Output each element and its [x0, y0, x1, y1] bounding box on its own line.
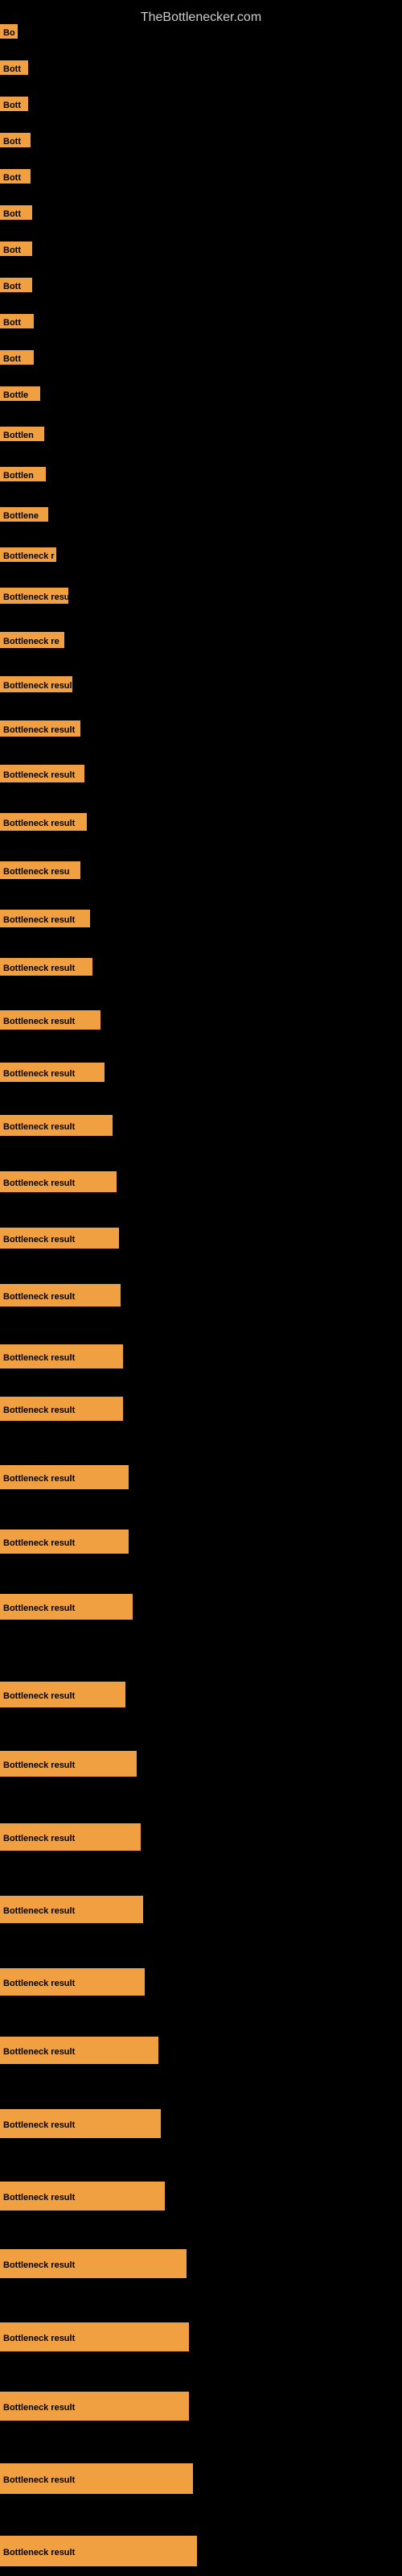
bar-item: Bottleneck result	[0, 1171, 117, 1196]
bar-label: Bottleneck result	[0, 1896, 143, 1923]
bar-label: Bottle	[0, 386, 40, 401]
bar-item: Bottlene	[0, 507, 48, 526]
bar-label: Bottleneck result	[0, 2109, 161, 2138]
bar-label: Bottleneck result	[0, 676, 72, 692]
bar-item: Bottleneck result	[0, 958, 92, 980]
bar-item: Bott	[0, 169, 31, 188]
bar-label: Bott	[0, 350, 34, 365]
bar-item: Bottleneck result	[0, 2109, 161, 2142]
bar-item: Bottleneck r	[0, 547, 56, 566]
bar-item: Bottleneck result	[0, 2322, 189, 2355]
bar-item: Bottleneck result	[0, 676, 72, 696]
site-title: TheBottlenecker.com	[0, 4, 402, 31]
bar-item: Bottleneck result	[0, 813, 87, 835]
bar-label: Bottleneck result	[0, 1465, 129, 1489]
bar-item: Bottleneck result	[0, 1397, 123, 1425]
bar-item: Bottleneck result	[0, 1751, 137, 1781]
bar-item: Bottleneck result	[0, 1465, 129, 1493]
bar-item: Bottleneck result	[0, 1594, 133, 1624]
bar-label: Bottlen	[0, 427, 44, 441]
bar-label: Bottleneck result	[0, 1228, 119, 1249]
bar-item: Bottleneck re	[0, 632, 64, 652]
bar-label: Bottleneck result	[0, 1682, 125, 1707]
bar-label: Bottleneck result	[0, 813, 87, 831]
bar-label: Bottleneck result	[0, 1823, 141, 1851]
bar-item: Bottleneck result	[0, 1063, 105, 1086]
bar-label: Bottleneck result	[0, 1284, 121, 1307]
bar-label: Bottleneck result	[0, 2536, 197, 2566]
bar-label: Bottleneck result	[0, 2392, 189, 2421]
bar-item: Bottleneck result	[0, 1344, 123, 1373]
bar-item: Bott	[0, 314, 34, 332]
bar-label: Bott	[0, 314, 34, 328]
bar-item: Bottlen	[0, 427, 44, 445]
bar-item: Bott	[0, 97, 28, 115]
bar-label: Bottleneck result	[0, 958, 92, 976]
bar-label: Bottlene	[0, 507, 48, 522]
bar-item: Bottleneck result	[0, 1968, 145, 2000]
bar-item: Bott	[0, 278, 32, 296]
bar-item: Bottleneck result	[0, 720, 80, 741]
bar-item: Bo	[0, 24, 18, 43]
bar-label: Bott	[0, 278, 32, 292]
bar-label: Bott	[0, 97, 28, 111]
bar-label: Bottleneck result	[0, 2463, 193, 2494]
bar-item: Bottleneck result	[0, 1530, 129, 1558]
bar-label: Bott	[0, 60, 28, 75]
bar-item: Bottleneck result	[0, 1228, 119, 1253]
bar-item: Bottleneck resul	[0, 588, 68, 608]
bar-item: Bott	[0, 133, 31, 151]
bar-label: Bottleneck result	[0, 1063, 105, 1082]
bar-item: Bottle	[0, 386, 40, 405]
bar-item: Bottleneck result	[0, 1284, 121, 1311]
bar-item: Bottleneck result	[0, 2037, 158, 2068]
bar-label: Bottleneck result	[0, 720, 80, 737]
bar-label: Bottleneck re	[0, 632, 64, 648]
bar-item: Bottleneck result	[0, 1115, 113, 1140]
bar-label: Bottleneck result	[0, 1968, 145, 1996]
bar-label: Bottleneck result	[0, 765, 84, 782]
bar-item: Bottleneck result	[0, 2182, 165, 2215]
bar-label: Bott	[0, 205, 32, 220]
bar-label: Bottleneck result	[0, 1115, 113, 1136]
bar-label: Bottleneck resul	[0, 588, 68, 604]
bar-item: Bottleneck result	[0, 765, 84, 786]
bar-label: Bottleneck result	[0, 2249, 187, 2278]
bar-label: Bottleneck r	[0, 547, 56, 562]
bar-label: Bottleneck result	[0, 1594, 133, 1620]
bar-item: Bottleneck result	[0, 910, 90, 931]
bar-label: Bottleneck result	[0, 910, 90, 927]
bar-label: Bott	[0, 242, 32, 256]
bar-item: Bottleneck result	[0, 2392, 189, 2425]
bar-label: Bottleneck resu	[0, 861, 80, 879]
bar-item: Bottleneck result	[0, 2536, 197, 2570]
bar-item: Bottleneck resu	[0, 861, 80, 883]
bar-label: Bott	[0, 133, 31, 147]
bar-label: Bottleneck result	[0, 2182, 165, 2211]
bar-item: Bottleneck result	[0, 1896, 143, 1927]
bar-item: Bott	[0, 350, 34, 369]
bar-label: Bottleneck result	[0, 1344, 123, 1368]
bar-item: Bott	[0, 205, 32, 224]
bar-label: Bottleneck result	[0, 1751, 137, 1777]
bar-item: Bottleneck result	[0, 2249, 187, 2282]
bar-label: Bottleneck result	[0, 2322, 189, 2351]
bar-item: Bottleneck result	[0, 2463, 193, 2498]
bar-label: Bottlen	[0, 467, 46, 481]
bar-item: Bottlen	[0, 467, 46, 485]
bar-item: Bottleneck result	[0, 1010, 100, 1034]
bar-item: Bottleneck result	[0, 1682, 125, 1711]
bar-label: Bottleneck result	[0, 2037, 158, 2064]
bar-label: Bottleneck result	[0, 1530, 129, 1554]
bar-label: Bottleneck result	[0, 1171, 117, 1192]
bar-label: Bo	[0, 24, 18, 39]
bar-item: Bott	[0, 60, 28, 79]
bar-label: Bottleneck result	[0, 1397, 123, 1421]
bar-label: Bottleneck result	[0, 1010, 100, 1030]
bar-item: Bottleneck result	[0, 1823, 141, 1855]
bar-label: Bott	[0, 169, 31, 184]
bar-item: Bott	[0, 242, 32, 260]
